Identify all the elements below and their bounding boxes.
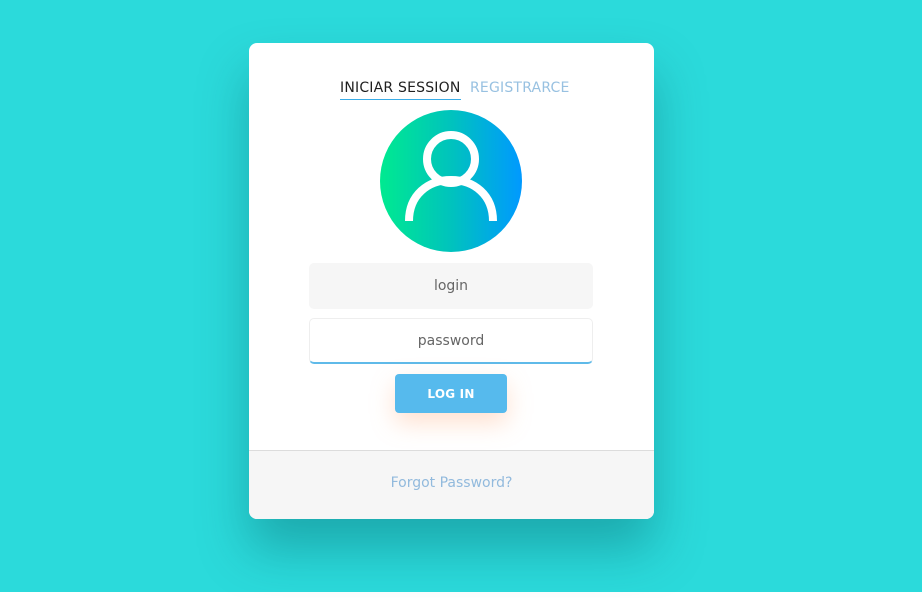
user-icon [405, 131, 497, 222]
login-button[interactable]: LOG IN [395, 374, 507, 413]
page-bottom-strip [0, 592, 922, 598]
avatar [380, 110, 522, 252]
tab-signin[interactable]: INICIAR SESSION [340, 80, 461, 100]
tab-register[interactable]: REGISTRARCE [470, 80, 570, 96]
card-footer: Forgot Password? [249, 450, 654, 519]
forgot-password-link[interactable]: Forgot Password? [249, 475, 654, 491]
password-input[interactable] [309, 318, 593, 364]
login-card: INICIAR SESSION REGISTRARCE LOG IN Forgo… [249, 43, 654, 519]
login-input[interactable] [309, 263, 593, 309]
auth-tabs: INICIAR SESSION REGISTRARCE [249, 80, 654, 104]
